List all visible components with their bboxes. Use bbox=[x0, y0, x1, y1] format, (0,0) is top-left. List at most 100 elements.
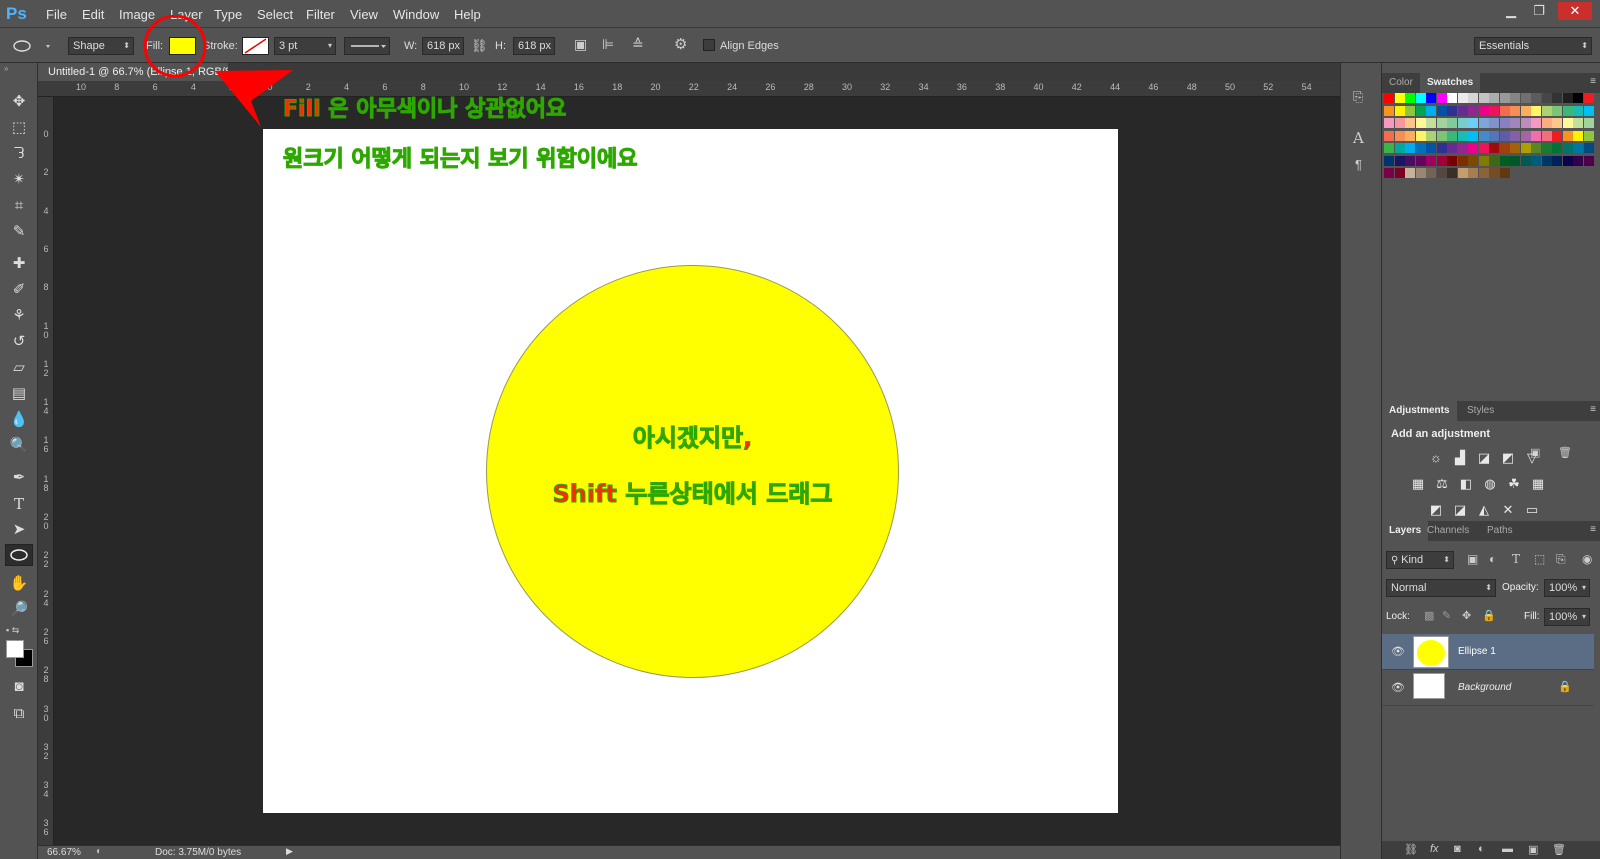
color-swatch[interactable] bbox=[1405, 118, 1415, 128]
color-swatch[interactable] bbox=[1415, 168, 1426, 178]
color-swatch[interactable] bbox=[1510, 105, 1520, 116]
crop-tool-icon[interactable]: ⌗ bbox=[8, 195, 30, 217]
color-swatch[interactable] bbox=[1499, 93, 1510, 103]
color-swatch[interactable] bbox=[1405, 143, 1415, 153]
color-swatch[interactable] bbox=[1510, 143, 1520, 153]
menu-window[interactable]: Window bbox=[393, 7, 439, 22]
color-swatch[interactable] bbox=[1583, 105, 1594, 116]
color-swatch[interactable] bbox=[1552, 93, 1562, 103]
color-swatch[interactable] bbox=[1520, 105, 1531, 116]
menu-filter[interactable]: Filter bbox=[306, 7, 335, 22]
color-swatch[interactable] bbox=[1415, 143, 1426, 153]
color-swatch[interactable] bbox=[1478, 155, 1489, 166]
tab-swatches[interactable]: Swatches bbox=[1420, 73, 1481, 93]
layer-name[interactable]: Ellipse 1 bbox=[1458, 646, 1496, 657]
exposure-icon[interactable]: ◩ bbox=[1500, 451, 1516, 465]
color-swatch[interactable] bbox=[1384, 130, 1394, 141]
invert-icon[interactable]: ◩ bbox=[1428, 503, 1444, 517]
color-swatch[interactable] bbox=[1468, 118, 1478, 128]
color-swatch[interactable] bbox=[1583, 155, 1594, 166]
restore-button[interactable]: ❐ bbox=[1526, 2, 1552, 20]
blur-tool-icon[interactable]: 💧 bbox=[8, 409, 30, 431]
color-swatch[interactable] bbox=[1426, 143, 1436, 153]
color-swatch[interactable] bbox=[1394, 93, 1405, 103]
color-swatch[interactable] bbox=[1478, 168, 1489, 178]
color-swatch[interactable] bbox=[1583, 93, 1594, 103]
color-swatch[interactable] bbox=[1573, 118, 1583, 128]
color-swatch[interactable] bbox=[1405, 155, 1415, 166]
quick-mask-icon[interactable]: ◙ bbox=[8, 676, 30, 698]
color-swatch[interactable] bbox=[1541, 93, 1552, 103]
color-swatch[interactable] bbox=[1447, 130, 1457, 141]
color-swatch[interactable] bbox=[1541, 155, 1552, 166]
curves-icon[interactable]: ◪ bbox=[1476, 451, 1492, 465]
lock-image-icon[interactable]: ✎ bbox=[1442, 609, 1451, 622]
color-swatch[interactable] bbox=[1573, 143, 1583, 153]
eye-icon[interactable]: 👁 bbox=[1391, 681, 1405, 694]
color-swatch[interactable] bbox=[1457, 143, 1468, 153]
color-swatch[interactable] bbox=[1541, 130, 1552, 141]
color-swatch[interactable] bbox=[1457, 118, 1468, 128]
history-panel-icon[interactable]: ⎘ bbox=[1353, 89, 1363, 105]
color-swatch[interactable] bbox=[1478, 105, 1489, 116]
ellipse-tool-button[interactable] bbox=[5, 544, 33, 566]
color-swatch[interactable] bbox=[1405, 105, 1415, 116]
color-swatch[interactable] bbox=[1447, 105, 1457, 116]
layer-row[interactable]: 👁 Ellipse 1 bbox=[1382, 634, 1594, 670]
color-swatch[interactable] bbox=[1436, 168, 1447, 178]
color-swatch[interactable] bbox=[1426, 168, 1436, 178]
color-swatch[interactable] bbox=[1468, 105, 1478, 116]
lasso-tool-icon[interactable]: ᘊ bbox=[8, 143, 30, 165]
color-swatch[interactable] bbox=[1415, 118, 1426, 128]
color-swatch[interactable] bbox=[1520, 143, 1531, 153]
color-swatch[interactable] bbox=[1468, 93, 1478, 103]
color-swatch[interactable] bbox=[1552, 155, 1562, 166]
ellipse-shape[interactable] bbox=[486, 265, 899, 678]
healing-brush-tool-icon[interactable]: ✚ bbox=[8, 253, 30, 275]
pen-tool-icon[interactable]: ✒ bbox=[8, 467, 30, 489]
tab-styles[interactable]: Styles bbox=[1460, 401, 1501, 421]
ruler-vertical[interactable]: 0 2 4 6 8 1 0 1 2 1 4 1 6 1 8 2 0 2 2 2 4 2 6 2 8 3 0 3 … bbox=[38, 97, 54, 845]
new-layer-icon[interactable]: ▣ bbox=[1528, 843, 1538, 856]
color-swatch[interactable] bbox=[1405, 93, 1415, 103]
brightness-icon[interactable]: ☼ bbox=[1428, 451, 1444, 465]
color-swatch[interactable] bbox=[1384, 93, 1394, 103]
color-swatch[interactable] bbox=[1436, 105, 1447, 116]
selective-color-icon[interactable]: ✕ bbox=[1500, 503, 1516, 517]
color-swatch[interactable] bbox=[1573, 155, 1583, 166]
character-panel-icon[interactable]: A bbox=[1353, 129, 1364, 147]
color-swatch[interactable] bbox=[1489, 105, 1499, 116]
color-swatch[interactable] bbox=[1499, 143, 1510, 153]
tab-paths[interactable]: Paths bbox=[1480, 521, 1520, 541]
color-swatch[interactable] bbox=[1531, 155, 1541, 166]
color-swatch[interactable] bbox=[1447, 143, 1457, 153]
path-operations-icon[interactable]: ▣ bbox=[574, 36, 587, 53]
close-button[interactable]: ✕ bbox=[1558, 2, 1592, 20]
filter-shape-icon[interactable]: ⬚ bbox=[1534, 552, 1545, 566]
stroke-type-select[interactable] bbox=[344, 37, 390, 55]
color-swatch[interactable] bbox=[1426, 118, 1436, 128]
layer-filter-select[interactable]: ⚲ Kind ⬍ bbox=[1386, 551, 1454, 569]
gradient-map-icon[interactable]: ▭ bbox=[1524, 503, 1540, 517]
color-balance-icon[interactable]: ⚖ bbox=[1434, 477, 1450, 491]
color-swatch[interactable] bbox=[1573, 93, 1583, 103]
black-white-icon[interactable]: ◧ bbox=[1458, 477, 1474, 491]
color-swatch[interactable] bbox=[1562, 130, 1573, 141]
hand-tool-icon[interactable]: ✋ bbox=[8, 573, 30, 595]
blend-mode-select[interactable]: Normal ⬍ bbox=[1386, 579, 1496, 597]
screen-mode-icon[interactable]: ⧉ bbox=[8, 703, 30, 725]
color-swatch[interactable] bbox=[1447, 155, 1457, 166]
color-swatch[interactable] bbox=[1394, 118, 1405, 128]
color-swatch[interactable] bbox=[1426, 130, 1436, 141]
color-swatch[interactable] bbox=[1468, 155, 1478, 166]
height-input[interactable]: 618 px bbox=[513, 37, 555, 55]
group-icon[interactable]: ▬ bbox=[1502, 843, 1513, 855]
filter-smart-object-icon[interactable]: ⎘ bbox=[1556, 552, 1566, 567]
swatch-grid[interactable] bbox=[1384, 93, 1598, 193]
minimize-button[interactable]: ▁ bbox=[1498, 2, 1524, 20]
swap-colors-icon[interactable]: ▪ ⇆ bbox=[6, 625, 30, 639]
color-swatch[interactable] bbox=[1394, 105, 1405, 116]
workspace-select[interactable]: Essentials ⬍ bbox=[1474, 37, 1592, 55]
color-swatch[interactable] bbox=[1384, 105, 1394, 116]
dodge-tool-icon[interactable]: 🔍 bbox=[8, 435, 30, 457]
